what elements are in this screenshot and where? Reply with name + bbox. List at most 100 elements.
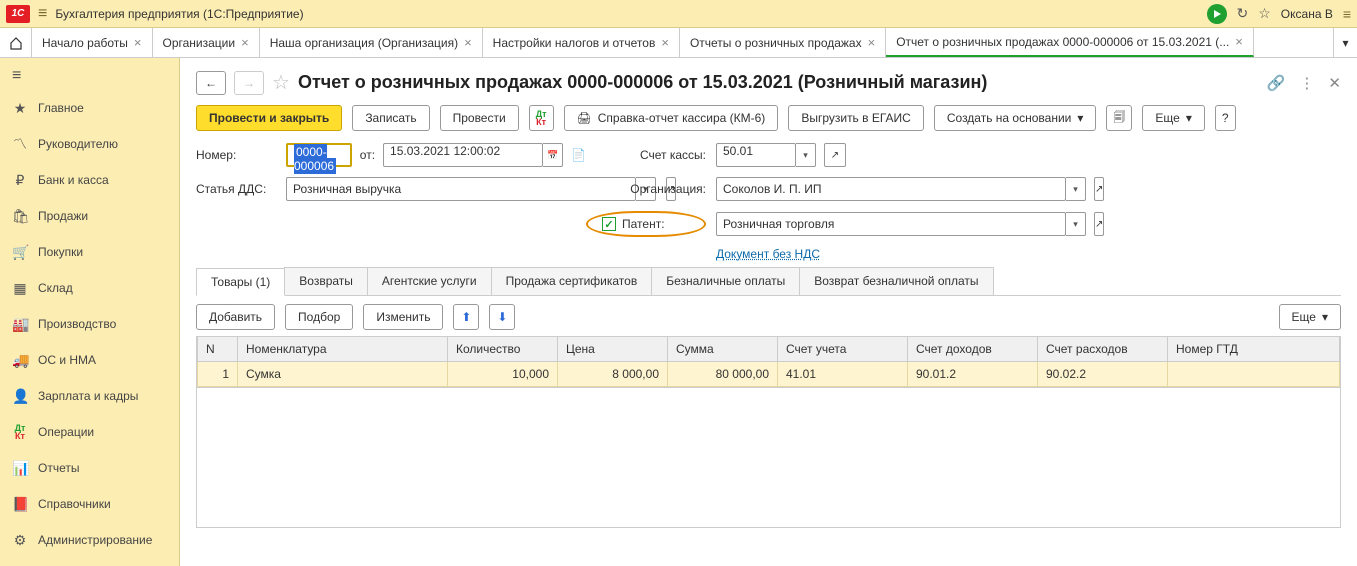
- bars-icon: 📊: [12, 460, 28, 477]
- sidebar-toggle[interactable]: ≡: [0, 62, 179, 90]
- add-button[interactable]: Добавить: [196, 304, 275, 330]
- cash-account-dd[interactable]: ▾: [796, 143, 816, 167]
- doc-tab[interactable]: Настройки налогов и отчетов×: [483, 28, 680, 57]
- sidebar-item[interactable]: 🛒Покупки: [0, 234, 179, 270]
- sidebar-item[interactable]: ДтКтОперации: [0, 414, 179, 450]
- create-based-button[interactable]: Создать на основании▾: [934, 105, 1097, 131]
- doc-status-icon: 📄: [571, 148, 586, 162]
- table-header[interactable]: Цена: [558, 337, 668, 362]
- sidebar-item[interactable]: ▦Склад: [0, 270, 179, 306]
- sidebar-item[interactable]: 📊Отчеты: [0, 450, 179, 486]
- sidebar-item[interactable]: 🛍Продажи: [0, 198, 179, 234]
- more-vertical-icon[interactable]: ⋮: [1299, 74, 1314, 92]
- sidebar-item-label: Зарплата и кадры: [38, 389, 138, 403]
- dds-input[interactable]: Розничная выручка: [286, 177, 636, 201]
- help-button[interactable]: ?: [1215, 105, 1236, 131]
- table-header[interactable]: Номенклатура: [238, 337, 448, 362]
- change-button[interactable]: Изменить: [363, 304, 443, 330]
- attachments-button[interactable]: 🗐: [1106, 105, 1132, 131]
- favorite-star-icon[interactable]: ☆: [272, 70, 290, 95]
- org-input[interactable]: Соколов И. П. ИП: [716, 177, 1066, 201]
- sidebar-item-label: Операции: [38, 425, 94, 439]
- sidebar-item[interactable]: 🚚ОС и НМА: [0, 342, 179, 378]
- sidebar-item[interactable]: 🏭Производство: [0, 306, 179, 342]
- number-input[interactable]: 0000-000006: [286, 143, 352, 167]
- section-tab[interactable]: Товары (1): [196, 268, 285, 296]
- table-more-button[interactable]: Еще▾: [1279, 304, 1341, 330]
- org-open[interactable]: ↗: [1094, 177, 1104, 201]
- date-input[interactable]: 15.03.2021 12:00:02: [383, 143, 543, 167]
- km6-button[interactable]: 🖨Справка-отчет кассира (КМ-6): [564, 105, 779, 131]
- doc-tab[interactable]: Отчет о розничных продажах 0000-000006 о…: [886, 28, 1254, 57]
- table-header[interactable]: Счет расходов: [1038, 337, 1168, 362]
- vat-link[interactable]: Документ без НДС: [716, 247, 820, 261]
- table-header[interactable]: Сумма: [668, 337, 778, 362]
- cash-account-input[interactable]: 50.01: [716, 143, 796, 167]
- gear-icon: ⚙: [12, 532, 28, 549]
- table-header[interactable]: Номер ГТД: [1168, 337, 1340, 362]
- dds-label: Статья ДДС:: [196, 182, 286, 196]
- patent-highlight: ✓ Патент:: [586, 211, 706, 237]
- dtkt-button[interactable]: ДтКт: [529, 105, 554, 131]
- nav-forward-button[interactable]: →: [234, 71, 264, 95]
- sidebar-item[interactable]: ★Главное: [0, 90, 179, 126]
- tabs-dropdown[interactable]: ▾: [1333, 28, 1357, 57]
- run-icon[interactable]: [1207, 4, 1227, 24]
- patent-input[interactable]: Розничная торговля: [716, 212, 1066, 236]
- pick-button[interactable]: Подбор: [285, 304, 353, 330]
- close-icon[interactable]: ×: [464, 35, 472, 50]
- from-label: от:: [360, 148, 375, 162]
- org-dd[interactable]: ▾: [1066, 177, 1086, 201]
- sidebar-item[interactable]: 👤Зарплата и кадры: [0, 378, 179, 414]
- bag-icon: 🛍: [12, 208, 28, 225]
- sidebar-item[interactable]: ⚙Администрирование: [0, 522, 179, 558]
- patent-checkbox[interactable]: ✓: [602, 217, 616, 231]
- home-tab[interactable]: [0, 28, 32, 57]
- move-up-button[interactable]: ⬆: [453, 304, 479, 330]
- section-tab[interactable]: Возврат безналичной оплаты: [799, 267, 993, 295]
- ruble-icon: ₽: [12, 172, 28, 189]
- section-tab[interactable]: Продажа сертификатов: [491, 267, 653, 295]
- section-tab[interactable]: Безналичные оплаты: [651, 267, 800, 295]
- close-icon[interactable]: ×: [241, 35, 249, 50]
- org-label: Организация:: [586, 182, 716, 196]
- window-menu-icon[interactable]: ≡: [1343, 6, 1351, 22]
- move-down-button[interactable]: ⬇: [489, 304, 515, 330]
- sidebar-item-label: Производство: [38, 317, 116, 331]
- patent-open[interactable]: ↗: [1094, 212, 1104, 236]
- nav-back-button[interactable]: ←: [196, 71, 226, 95]
- main-menu-icon[interactable]: ≡: [38, 5, 47, 23]
- user-name[interactable]: Оксана В: [1281, 7, 1333, 21]
- calendar-icon[interactable]: 📅: [543, 143, 563, 167]
- favorite-icon[interactable]: ☆: [1258, 5, 1271, 22]
- close-icon[interactable]: ✕: [1328, 74, 1341, 92]
- table-header[interactable]: Количество: [448, 337, 558, 362]
- cash-account-open[interactable]: ↗: [824, 143, 846, 167]
- history-icon[interactable]: ↻: [1237, 5, 1249, 22]
- doc-tab[interactable]: Наша организация (Организация)×: [260, 28, 483, 57]
- doc-tab[interactable]: Отчеты о розничных продажах×: [680, 28, 886, 57]
- sidebar-item[interactable]: 📕Справочники: [0, 486, 179, 522]
- sidebar-item[interactable]: ₽Банк и касса: [0, 162, 179, 198]
- doc-tab[interactable]: Организации×: [153, 28, 260, 57]
- doc-tab[interactable]: Начало работы×: [32, 28, 153, 57]
- egais-button[interactable]: Выгрузить в ЕГАИС: [788, 105, 924, 131]
- post-and-close-button[interactable]: Провести и закрыть: [196, 105, 342, 131]
- section-tab[interactable]: Агентские услуги: [367, 267, 492, 295]
- table-header[interactable]: Счет учета: [778, 337, 908, 362]
- more-button[interactable]: Еще▾: [1142, 105, 1204, 131]
- close-icon[interactable]: ×: [661, 35, 669, 50]
- post-button[interactable]: Провести: [440, 105, 519, 131]
- close-icon[interactable]: ×: [1235, 34, 1243, 49]
- sidebar-item[interactable]: 〽Руководителю: [0, 126, 179, 162]
- table-row[interactable]: 1Сумка10,0008 000,0080 000,0041.0190.01.…: [198, 362, 1340, 387]
- patent-dd[interactable]: ▾: [1066, 212, 1086, 236]
- close-icon[interactable]: ×: [134, 35, 142, 50]
- write-button[interactable]: Записать: [352, 105, 429, 131]
- table-header[interactable]: N: [198, 337, 238, 362]
- close-icon[interactable]: ×: [868, 35, 876, 50]
- section-tab[interactable]: Возвраты: [284, 267, 368, 295]
- table-header[interactable]: Счет доходов: [908, 337, 1038, 362]
- link-icon[interactable]: 🔗: [1267, 74, 1286, 92]
- page-title: Отчет о розничных продажах 0000-000006 о…: [298, 72, 987, 93]
